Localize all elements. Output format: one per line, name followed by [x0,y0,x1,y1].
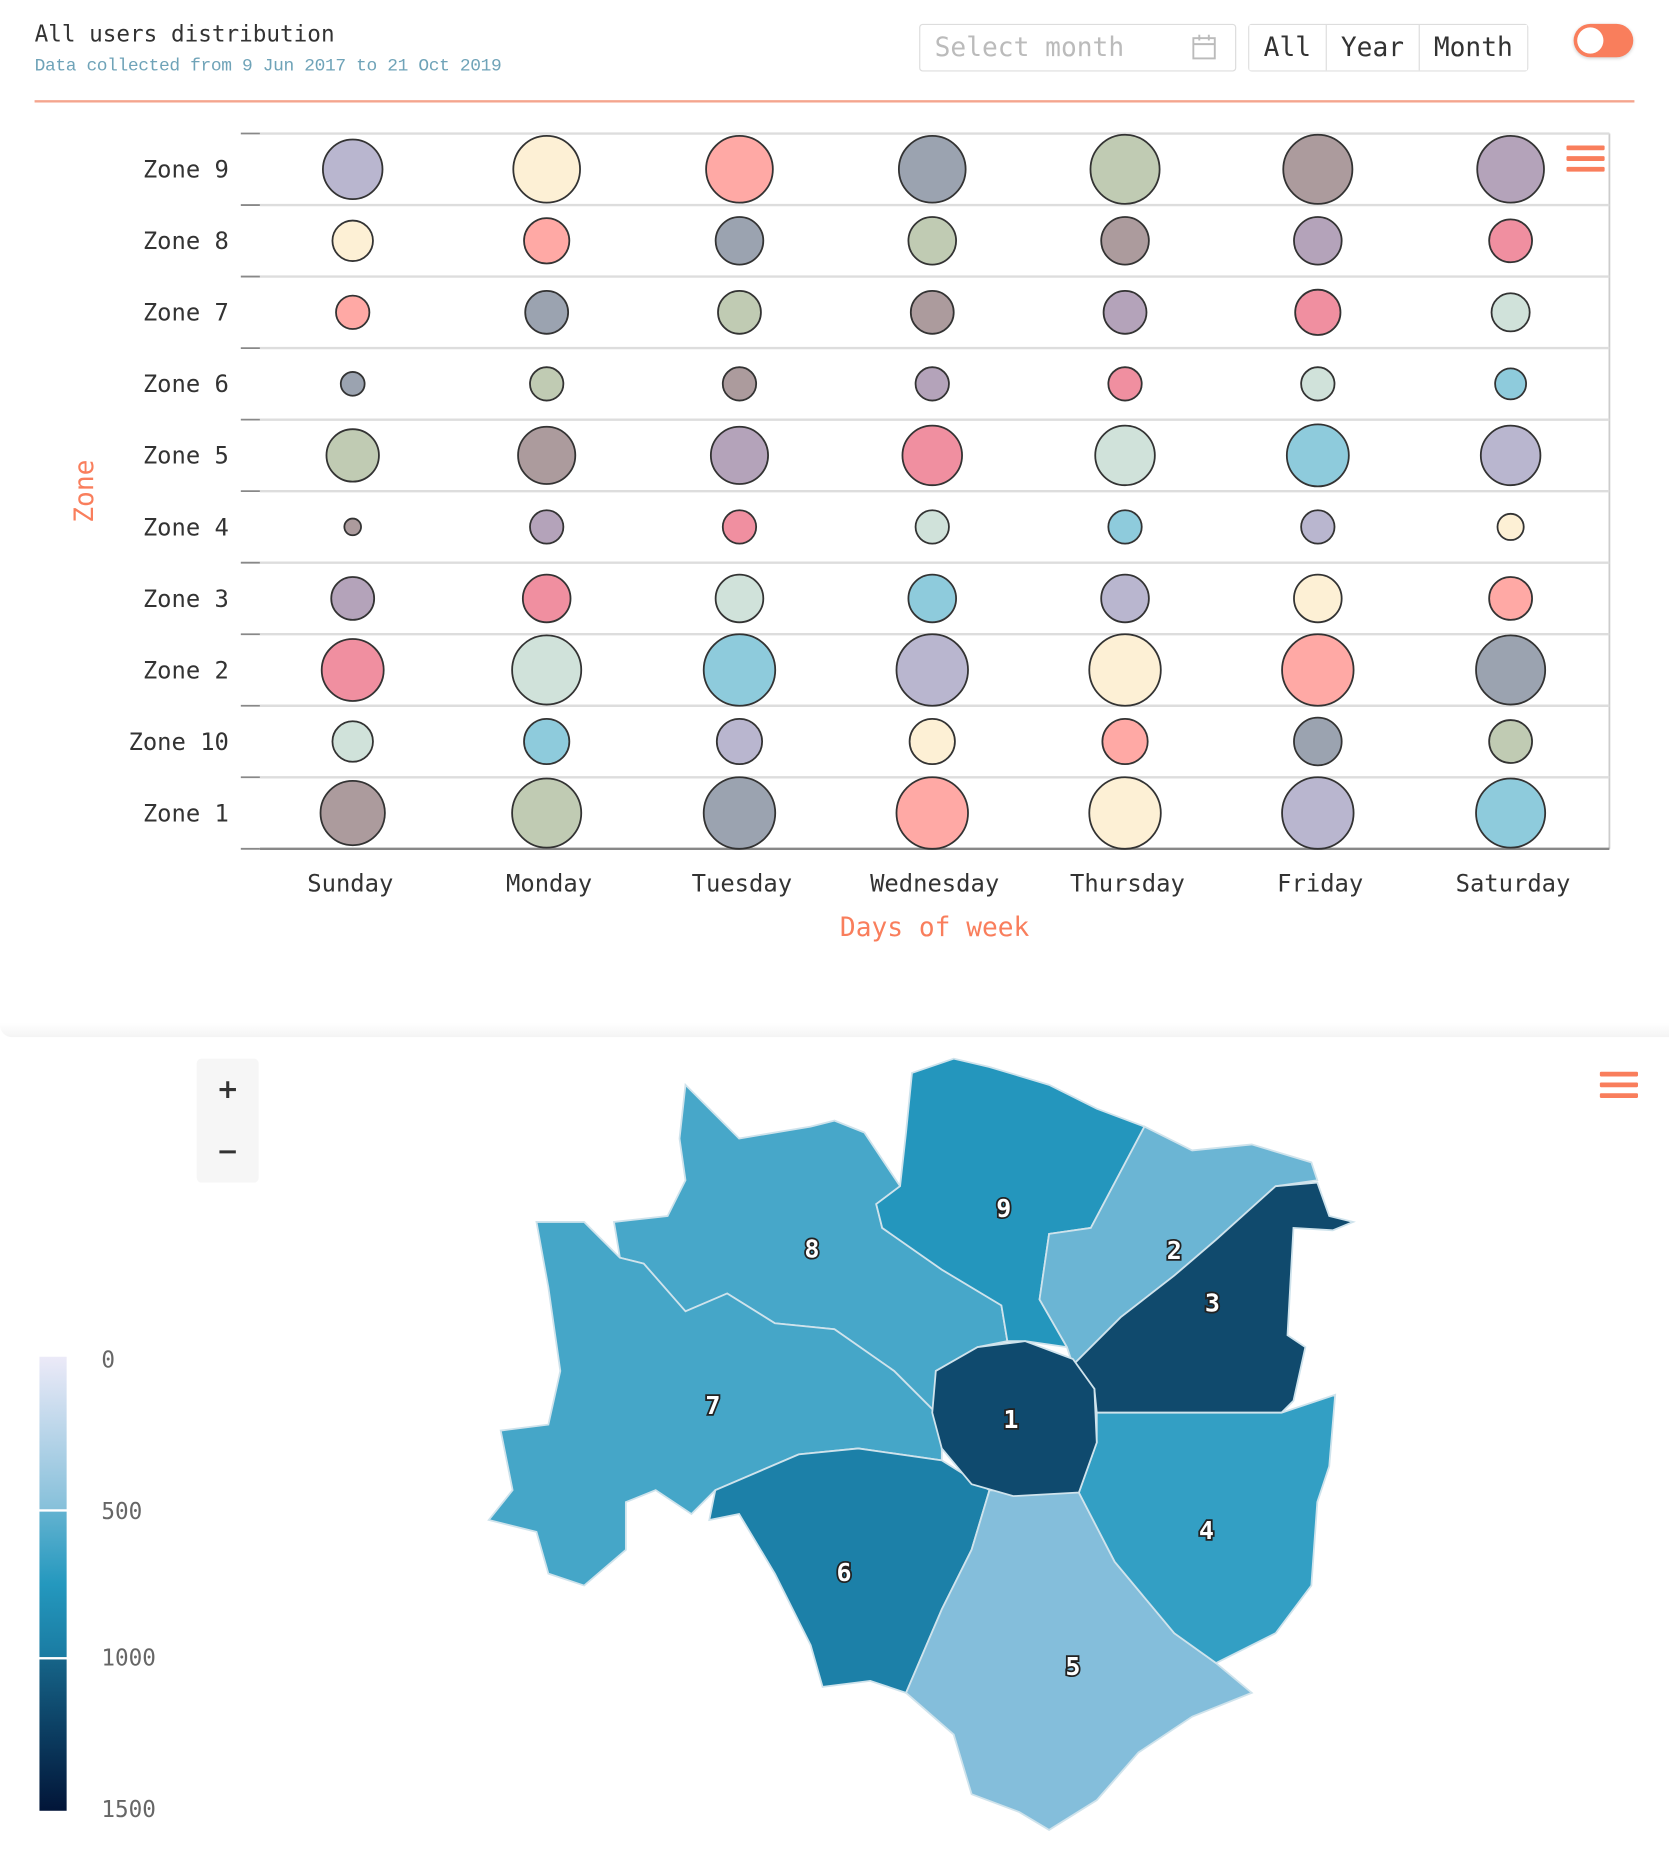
map-zone-label: 5 [1065,1652,1080,1681]
colorbar-tick: 0 [101,1347,115,1374]
dashboard: All users distribution Data collected fr… [0,0,1669,1872]
colorbar [39,1356,67,1811]
map-zone-label: 2 [1167,1236,1182,1265]
map-zone-label: 4 [1199,1516,1214,1545]
map-zone-label: 6 [837,1558,852,1587]
colorbar-tick: 500 [101,1498,143,1525]
colorbar-tick: 1000 [101,1645,156,1672]
map-zone-label: 7 [705,1391,720,1420]
map-zone-label: 1 [1003,1405,1018,1434]
map-zone-label: 8 [804,1235,819,1264]
colorbar-tick: 1500 [101,1796,156,1823]
map-zone-label: 9 [996,1194,1011,1223]
map-zone-label: 3 [1205,1288,1220,1317]
zone-map: 8 9 23 7 6 5 4 1 [487,1057,1356,1831]
